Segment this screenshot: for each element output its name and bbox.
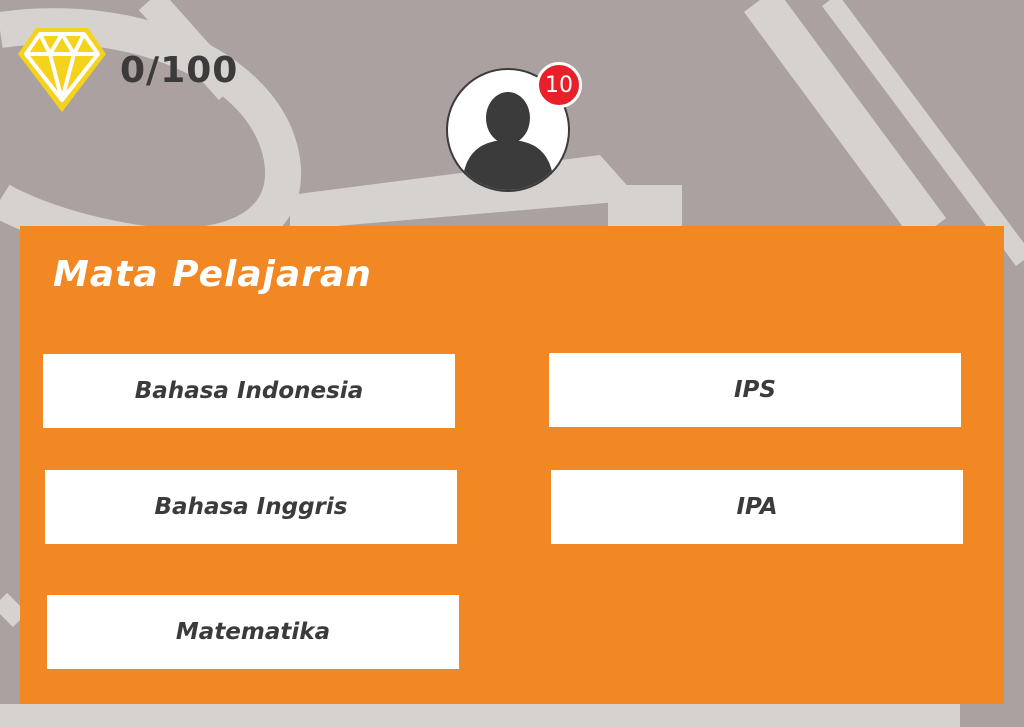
panel-title: Mata Pelajaran (53, 254, 372, 295)
subject-button-bahasa-inggris[interactable]: Bahasa Inggris (45, 470, 457, 544)
notification-badge[interactable]: 10 (536, 62, 582, 108)
subjects-panel: Mata Pelajaran Bahasa Indonesia IPS Baha… (20, 226, 1004, 704)
subject-button-bahasa-indonesia[interactable]: Bahasa Indonesia (43, 354, 455, 428)
diamond-icon (18, 28, 106, 112)
subject-button-ips[interactable]: IPS (549, 353, 961, 427)
subject-button-matematika[interactable]: Matematika (47, 595, 459, 669)
profile-button[interactable]: 10 (446, 62, 582, 196)
score-value: 0/100 (120, 49, 239, 91)
score-display: 0/100 (14, 24, 238, 116)
subject-button-ipa[interactable]: IPA (551, 470, 963, 544)
